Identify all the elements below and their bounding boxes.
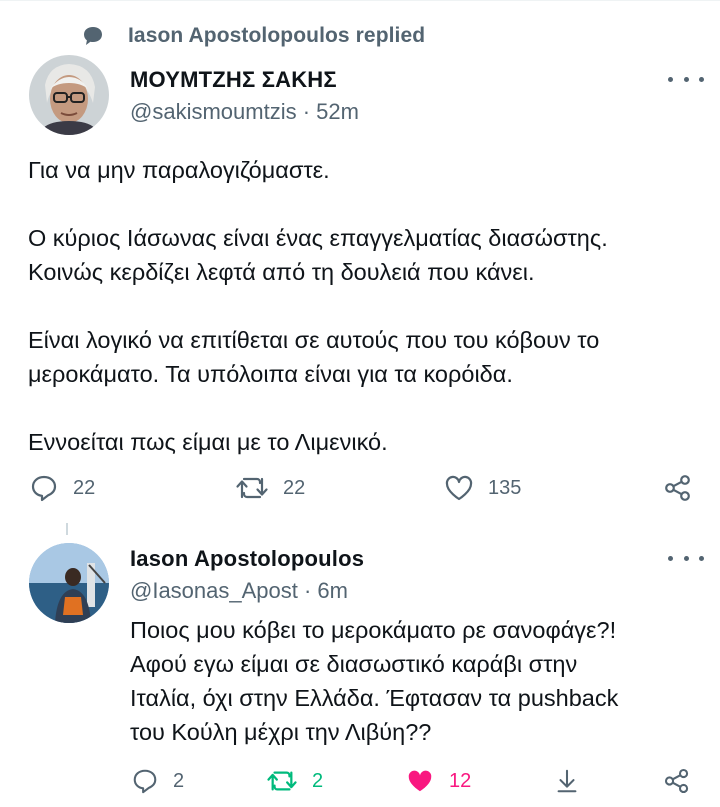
more-options-button[interactable] [668,67,704,91]
tweet-line: Εννοείται πως είμαι με το Λιμενικό. [28,429,388,455]
download-arrow-icon [557,769,577,793]
top-divider [0,0,720,1]
author-name[interactable]: ΜΟΥΜΤΖΗΣ ΣΑΚΗΣ [130,67,337,93]
reply-count: 22 [73,476,96,499]
tweet-line: Για να μην παραλογιζόμαστε. [28,157,330,183]
reply-count: 2 [173,769,185,792]
like-count: 12 [449,769,472,792]
tweet-line: Ποιος μου κόβει το μεροκάματο ρε σανοφάγ… [130,617,617,643]
share-icon [665,475,690,501]
retweet-icon [236,477,268,499]
author-handle-time[interactable]: @Iasonas_Apost · 6m [130,578,348,604]
tweet-line: Κοινώς κερδίζει λεφτά από τη δουλειά που… [28,259,535,285]
heart-filled-icon [408,770,432,792]
retweet-button[interactable]: 22 [235,473,305,503]
avatar[interactable] [29,543,109,623]
share-icon [664,768,689,794]
retweet-icon [267,771,297,791]
reply-icon [133,769,157,794]
dot-icon [668,555,673,561]
like-button[interactable]: 135 [444,473,521,503]
download-button[interactable] [553,766,581,796]
avatar[interactable] [29,55,109,135]
author-name[interactable]: Iason Apostolopoulos [130,546,364,572]
tweet-line: Είναι λογικό να επιτίθεται σε αυτούς που… [28,327,600,353]
dot-icon [699,555,704,561]
tweet-line: του Κούλη μέχρι την Λιβύη?? [130,719,432,745]
retweet-button[interactable]: 2 [266,766,323,796]
reply-icon [31,475,57,502]
tweet-text: Ποιος μου κόβει το μεροκάματο ρε σανοφάγ… [130,613,710,749]
reply-button[interactable]: 2 [131,766,184,796]
dot-icon [683,76,689,82]
thread-connector [66,523,68,535]
tweet-line: Ιταλία, όχι στην Ελλάδα. Έφτασαν τα push… [130,685,619,711]
tweet-line: Ο κύριος Ιάσωνας είναι ένας επαγγελματία… [28,225,608,251]
dot-icon [699,76,704,82]
retweet-count: 2 [312,769,324,792]
like-button[interactable]: 12 [405,766,471,796]
speech-bubble-icon [80,23,106,49]
replied-label[interactable]: Iason Apostolopoulos replied [128,24,425,48]
share-button[interactable] [663,766,691,796]
tweet-text: Για να μην παραλογιζόμαστε. Ο κύριος Ιάσ… [28,153,698,459]
heart-icon [445,475,473,501]
tweet-line: μεροκάματο. Τα υπόλοιπα είναι για τα κορ… [28,361,513,387]
dot-icon [683,555,689,561]
retweet-count: 22 [283,476,306,499]
share-button[interactable] [663,473,693,503]
dot-icon [668,76,673,82]
more-options-button[interactable] [668,546,704,570]
like-count: 135 [488,476,522,499]
reply-button[interactable]: 22 [29,473,95,503]
reply-context: Iason Apostolopoulos replied [80,22,425,50]
author-handle-time[interactable]: @sakismoumtzis · 52m [130,99,359,125]
tweet-line: Αφού εγω είμαι σε διασωστικό καράβι στην [130,651,578,677]
